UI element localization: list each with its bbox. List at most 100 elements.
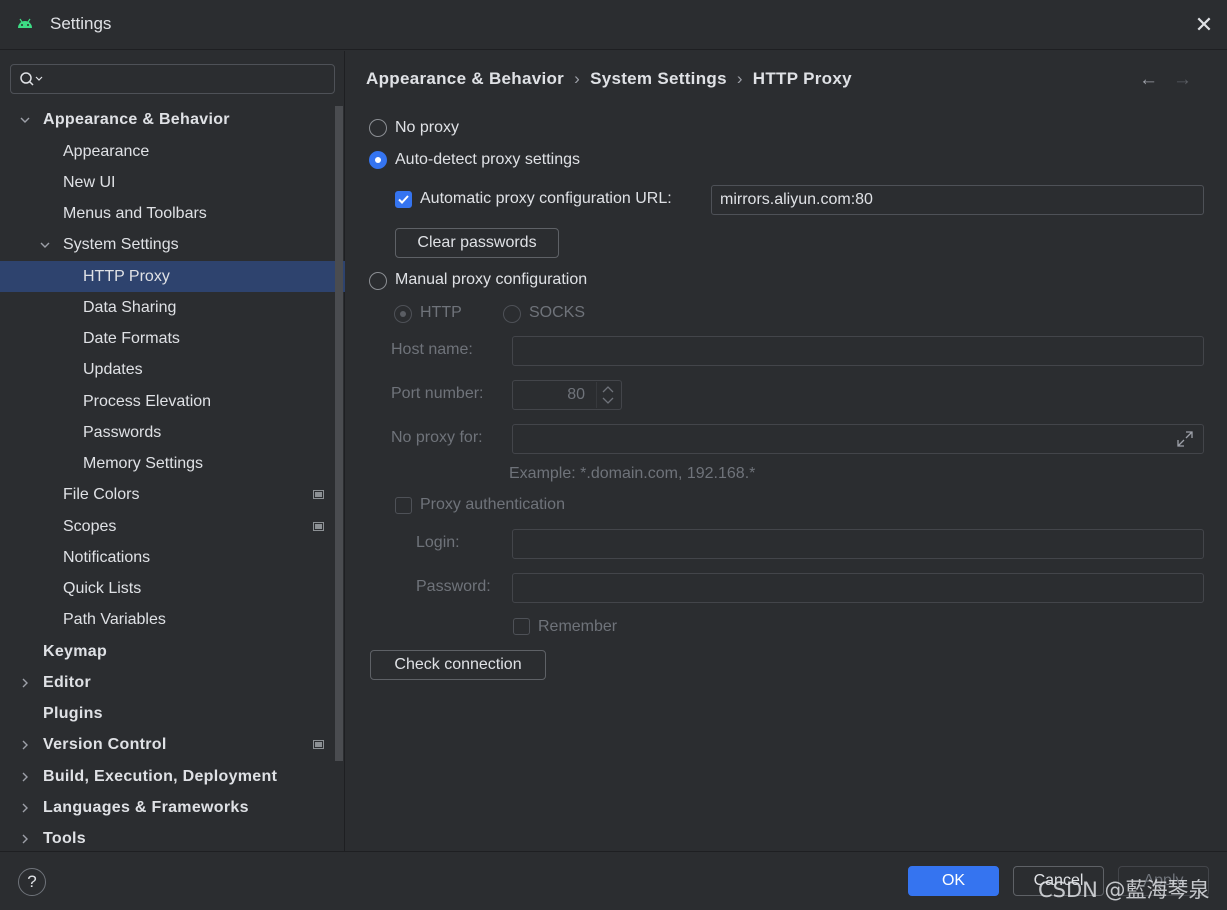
no-proxy-for-input[interactable] — [512, 424, 1204, 454]
tree-item-date-formats[interactable]: Date Formats — [0, 323, 345, 354]
no-proxy-radio[interactable] — [369, 119, 387, 137]
auto-detect-radio[interactable] — [369, 151, 387, 169]
search-input[interactable] — [49, 69, 329, 89]
tree-item-http-proxy[interactable]: HTTP Proxy — [0, 261, 345, 292]
breadcrumb-separator: › — [736, 69, 743, 88]
settings-sidebar: Appearance & Behavior Appearance New UI … — [0, 51, 345, 851]
tree-item-label: New UI — [63, 174, 116, 191]
tree-item-label: Scopes — [63, 518, 117, 535]
tree-item-label: HTTP Proxy — [83, 268, 170, 285]
chevron-right-icon[interactable] — [19, 677, 31, 689]
clear-passwords-button[interactable]: Clear passwords — [395, 228, 559, 258]
chevron-right-icon[interactable] — [19, 802, 31, 814]
expand-icon[interactable] — [1175, 429, 1195, 449]
breadcrumb-item[interactable]: System Settings — [590, 69, 727, 88]
manual-proxy-radio[interactable] — [369, 272, 387, 290]
tree-item-editor[interactable]: Editor — [0, 667, 345, 698]
http-radio[interactable] — [394, 305, 412, 323]
manual-proxy-label[interactable]: Manual proxy configuration — [395, 271, 587, 289]
tree-item-build-execution-deployment[interactable]: Build, Execution, Deployment — [0, 761, 345, 792]
forward-arrow-icon: → — [1173, 69, 1192, 90]
tree-item-new-ui[interactable]: New UI — [0, 167, 345, 198]
chevron-right-icon[interactable] — [19, 771, 31, 783]
tree-item-quick-lists[interactable]: Quick Lists — [0, 573, 345, 604]
tree-item-label: Plugins — [43, 705, 103, 722]
breadcrumb-item[interactable]: Appearance & Behavior — [366, 69, 564, 88]
tree-item-label: Editor — [43, 674, 92, 691]
back-arrow-icon[interactable]: ← — [1139, 69, 1158, 91]
auto-url-checkbox[interactable] — [395, 191, 412, 208]
title-bar: Settings ✕ — [0, 0, 1227, 50]
tree-item-label: Path Variables — [63, 611, 166, 628]
no-proxy-label[interactable]: No proxy — [395, 119, 459, 137]
close-icon[interactable]: ✕ — [1193, 14, 1215, 36]
socks-label: SOCKS — [529, 304, 586, 321]
tree-item-languages-frameworks[interactable]: Languages & Frameworks — [0, 792, 345, 823]
tree-item-label: Appearance — [63, 143, 150, 160]
tree-item-system-settings[interactable]: System Settings — [0, 229, 345, 260]
auto-detect-label[interactable]: Auto-detect proxy settings — [395, 151, 580, 169]
chevron-down-icon[interactable] — [19, 114, 31, 126]
socks-radio[interactable] — [503, 305, 521, 323]
example-hint: Example: *.domain.com, 192.168.* — [509, 465, 756, 482]
stepper-arrows-icon[interactable] — [596, 382, 620, 408]
remember-checkbox[interactable] — [513, 618, 530, 635]
tree-item-process-elevation[interactable]: Process Elevation — [0, 386, 345, 417]
tree-item-keymap[interactable]: Keymap — [0, 636, 345, 667]
password-input[interactable] — [512, 573, 1204, 603]
tree-item-label: Process Elevation — [83, 393, 212, 410]
tree-item-data-sharing[interactable]: Data Sharing — [0, 292, 345, 323]
tree-item-label: File Colors — [63, 486, 140, 503]
login-label: Login: — [416, 534, 460, 551]
chevron-right-icon[interactable] — [19, 833, 31, 845]
chevron-down-icon[interactable] — [39, 239, 51, 251]
tree-item-appearance[interactable]: Appearance — [0, 136, 345, 167]
ok-button[interactable]: OK — [908, 866, 999, 896]
tree-item-passwords[interactable]: Passwords — [0, 417, 345, 448]
watermark: CSDN @藍海琴泉 — [1038, 878, 1210, 902]
help-icon[interactable]: ? — [18, 868, 46, 896]
tree-item-label: Date Formats — [83, 330, 180, 347]
auto-url-label[interactable]: Automatic proxy configuration URL: — [420, 190, 672, 208]
tree-item-label: Data Sharing — [83, 299, 177, 316]
tree-item-notifications[interactable]: Notifications — [0, 542, 345, 573]
port-number-label: Port number: — [391, 385, 484, 402]
tree-item-memory-settings[interactable]: Memory Settings — [0, 448, 345, 479]
tree-item-label: Notifications — [63, 549, 151, 566]
tree-item-label: Quick Lists — [63, 580, 142, 597]
tree-item-version-control[interactable]: Version Control — [0, 729, 345, 760]
tree-item-label: Build, Execution, Deployment — [43, 768, 278, 785]
proxy-auth-checkbox[interactable] — [395, 497, 412, 514]
project-level-icon — [313, 490, 324, 499]
tree-item-tools[interactable]: Tools — [0, 823, 345, 854]
tree-item-menus-toolbars[interactable]: Menus and Toolbars — [0, 198, 345, 229]
breadcrumb: Appearance & Behavior › System Settings › HT… — [366, 69, 852, 89]
auto-url-input[interactable]: mirrors.aliyun.com:80 — [711, 185, 1204, 215]
remember-label: Remember — [538, 618, 618, 635]
tree-item-label: Keymap — [43, 643, 108, 660]
sidebar-scrollbar[interactable] — [335, 106, 343, 761]
tree-item-label: Version Control — [43, 736, 167, 753]
proxy-auth-label: Proxy authentication — [420, 496, 565, 513]
chevron-right-icon[interactable] — [19, 739, 31, 751]
check-connection-button[interactable]: Check connection — [370, 650, 546, 680]
tree-item-label: Languages & Frameworks — [43, 799, 249, 816]
tree-item-label: Passwords — [83, 424, 162, 441]
search-box[interactable] — [10, 64, 335, 94]
host-name-input[interactable] — [512, 336, 1204, 366]
tree-item-label: Appearance & Behavior — [43, 111, 230, 128]
tree-item-scopes[interactable]: Scopes — [0, 511, 345, 542]
tree-item-file-colors[interactable]: File Colors — [0, 479, 345, 510]
tree-item-appearance-behavior[interactable]: Appearance & Behavior — [0, 104, 345, 135]
host-name-label: Host name: — [391, 341, 473, 358]
window-title: Settings — [50, 14, 112, 33]
tree-item-label: Memory Settings — [83, 455, 204, 472]
tree-item-path-variables[interactable]: Path Variables — [0, 604, 345, 635]
project-level-icon — [313, 522, 324, 531]
project-level-icon — [313, 740, 324, 749]
tree-item-plugins[interactable]: Plugins — [0, 698, 345, 729]
no-proxy-for-label: No proxy for: — [391, 429, 483, 446]
login-input[interactable] — [512, 529, 1204, 559]
tree-item-label: Updates — [83, 361, 143, 378]
tree-item-updates[interactable]: Updates — [0, 354, 345, 385]
